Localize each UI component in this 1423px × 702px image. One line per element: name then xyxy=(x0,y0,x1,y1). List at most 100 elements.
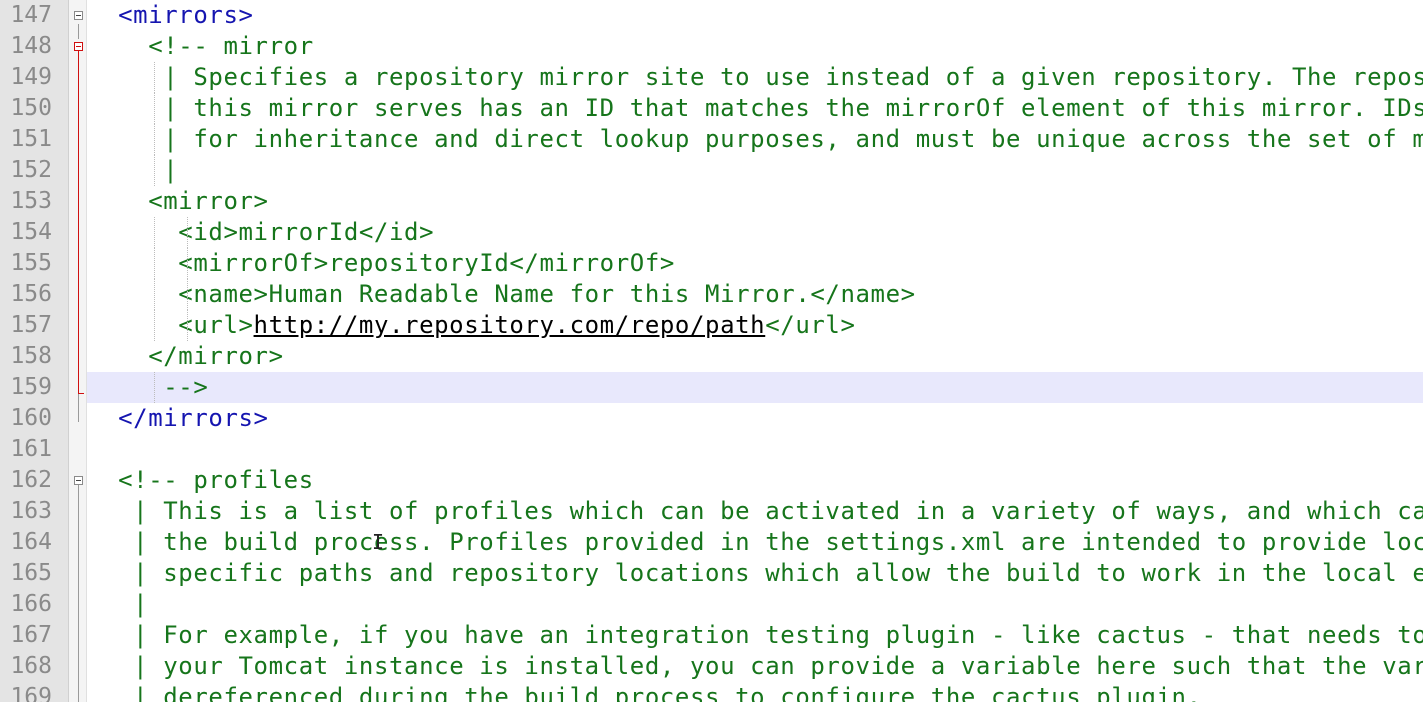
comment-text: <!-- mirror xyxy=(148,32,314,60)
code-line[interactable]: 165 | specific paths and repository loca… xyxy=(0,558,1423,589)
code-line[interactable]: 150 | this mirror serves has an ID that … xyxy=(0,93,1423,124)
line-text[interactable]: <id>mirrorId</id> xyxy=(88,217,434,248)
code-line[interactable]: 155 <mirrorOf>repositoryId</mirrorOf> xyxy=(0,248,1423,279)
line-number: 161 xyxy=(10,436,52,462)
line-number: 168 xyxy=(10,653,52,679)
indent-guide xyxy=(186,248,188,279)
line-number: 152 xyxy=(10,157,52,183)
xml-tag: </mirrors> xyxy=(118,404,269,432)
fold-minus-icon[interactable] xyxy=(74,42,83,51)
line-text[interactable]: <!-- mirror xyxy=(88,31,314,62)
line-number: 162 xyxy=(10,467,52,493)
line-text[interactable]: <mirrors> xyxy=(88,0,254,31)
indent-guide xyxy=(154,248,156,279)
code-line[interactable]: 156 <name>Human Readable Name for this M… xyxy=(0,279,1423,310)
code-line[interactable]: 162 <!-- profiles xyxy=(0,465,1423,496)
line-text[interactable]: | your Tomcat instance is installed, you… xyxy=(88,651,1423,682)
line-text[interactable]: </mirrors> xyxy=(88,403,269,434)
code-line[interactable]: 147 <mirrors> xyxy=(0,0,1423,31)
indent-guide xyxy=(154,62,156,93)
line-text[interactable]: | For example, if you have an integratio… xyxy=(88,620,1423,651)
comment-text: | the build process. Profiles provided i… xyxy=(133,528,1423,556)
code-line[interactable]: 151 | for inheritance and direct lookup … xyxy=(0,124,1423,155)
line-number: 156 xyxy=(10,281,52,307)
code-line[interactable]: 153 <mirror> xyxy=(0,186,1423,217)
line-number: 149 xyxy=(10,64,52,90)
fold-minus-icon[interactable] xyxy=(74,476,83,485)
line-text[interactable]: | specific paths and repository location… xyxy=(88,558,1423,589)
comment-text: | for inheritance and direct lookup purp… xyxy=(163,125,1423,153)
comment-text: <name>Human Readable Name for this Mirro… xyxy=(178,280,916,308)
line-text[interactable]: | this mirror serves has an ID that matc… xyxy=(88,93,1423,124)
text-cursor-icon: I xyxy=(372,530,385,554)
code-line[interactable]: 149 | Specifies a repository mirror site… xyxy=(0,62,1423,93)
line-text[interactable]: | for inheritance and direct lookup purp… xyxy=(88,124,1423,155)
code-line[interactable]: 159 --> xyxy=(0,372,1423,403)
fold-connector xyxy=(78,394,79,422)
line-number: 164 xyxy=(10,529,52,555)
line-number: 167 xyxy=(10,622,52,648)
comment-text: <!-- profiles xyxy=(118,466,314,494)
line-text[interactable]: <mirror> xyxy=(88,186,269,217)
indent-guide xyxy=(186,310,188,341)
line-text[interactable]: </mirror> xyxy=(88,341,284,372)
line-text[interactable]: <name>Human Readable Name for this Mirro… xyxy=(88,279,916,310)
indent-guide xyxy=(154,279,156,310)
code-line[interactable]: 167 | For example, if you have an integr… xyxy=(0,620,1423,651)
code-line[interactable]: 152 | xyxy=(0,155,1423,186)
comment-text: --> xyxy=(163,373,209,401)
code-line[interactable]: 168 | your Tomcat instance is installed,… xyxy=(0,651,1423,682)
line-text[interactable]: | the build process. Profiles provided i… xyxy=(88,527,1423,558)
code-editor[interactable]: 147 <mirrors> 148 <!-- mirror 149 | Specif… xyxy=(0,0,1423,702)
url-link[interactable]: http://my.repository.com/repo/path xyxy=(254,311,766,339)
line-number: 147 xyxy=(10,2,52,28)
code-line[interactable]: 148 <!-- mirror xyxy=(0,31,1423,62)
line-text[interactable]: | xyxy=(88,589,148,620)
line-text[interactable]: | xyxy=(88,155,178,186)
line-text[interactable]: | This is a list of profiles which can b… xyxy=(88,496,1423,527)
comment-text: </mirror> xyxy=(148,342,284,370)
line-number: 158 xyxy=(10,343,52,369)
comment-text: <id>mirrorId</id> xyxy=(178,218,435,246)
comment-text: | specific paths and repository location… xyxy=(133,559,1423,587)
code-line[interactable]: 160 </mirrors> xyxy=(0,403,1423,434)
comment-text: | your Tomcat instance is installed, you… xyxy=(133,652,1423,680)
line-number: 159 xyxy=(10,374,52,400)
fold-connector xyxy=(78,485,79,702)
comment-text: | this mirror serves has an ID that matc… xyxy=(163,94,1423,122)
code-line[interactable]: 169 | dereferenced during the build proc… xyxy=(0,682,1423,702)
line-text[interactable]: | dereferenced during the build process … xyxy=(88,682,1202,702)
xml-tag: <mirrors> xyxy=(118,1,254,29)
line-text[interactable]: --> xyxy=(88,372,208,403)
code-line[interactable]: 163 | This is a list of profiles which c… xyxy=(0,496,1423,527)
code-line[interactable]: 154 <id>mirrorId</id> xyxy=(0,217,1423,248)
line-text[interactable]: | Specifies a repository mirror site to … xyxy=(88,62,1423,93)
line-number: 166 xyxy=(10,591,52,617)
comment-text: <url> xyxy=(178,311,254,339)
code-line[interactable]: 164 | the build process. Profiles provid… xyxy=(0,527,1423,558)
line-number: 165 xyxy=(10,560,52,586)
fold-minus-icon[interactable] xyxy=(74,11,83,20)
line-text[interactable]: <mirrorOf>repositoryId</mirrorOf> xyxy=(88,248,675,279)
code-line[interactable]: 161 xyxy=(0,434,1423,465)
current-line-highlight xyxy=(87,372,1423,403)
code-line[interactable]: 158 </mirror> xyxy=(0,341,1423,372)
fold-range-line xyxy=(78,51,79,394)
line-text[interactable]: <url>http://my.repository.com/repo/path<… xyxy=(88,310,856,341)
line-number: 157 xyxy=(10,312,52,338)
code-line[interactable]: 166 | xyxy=(0,589,1423,620)
line-number: 160 xyxy=(10,405,52,431)
code-line[interactable]: 157 <url>http://my.repository.com/repo/p… xyxy=(0,310,1423,341)
line-text[interactable]: <!-- profiles xyxy=(88,465,314,496)
